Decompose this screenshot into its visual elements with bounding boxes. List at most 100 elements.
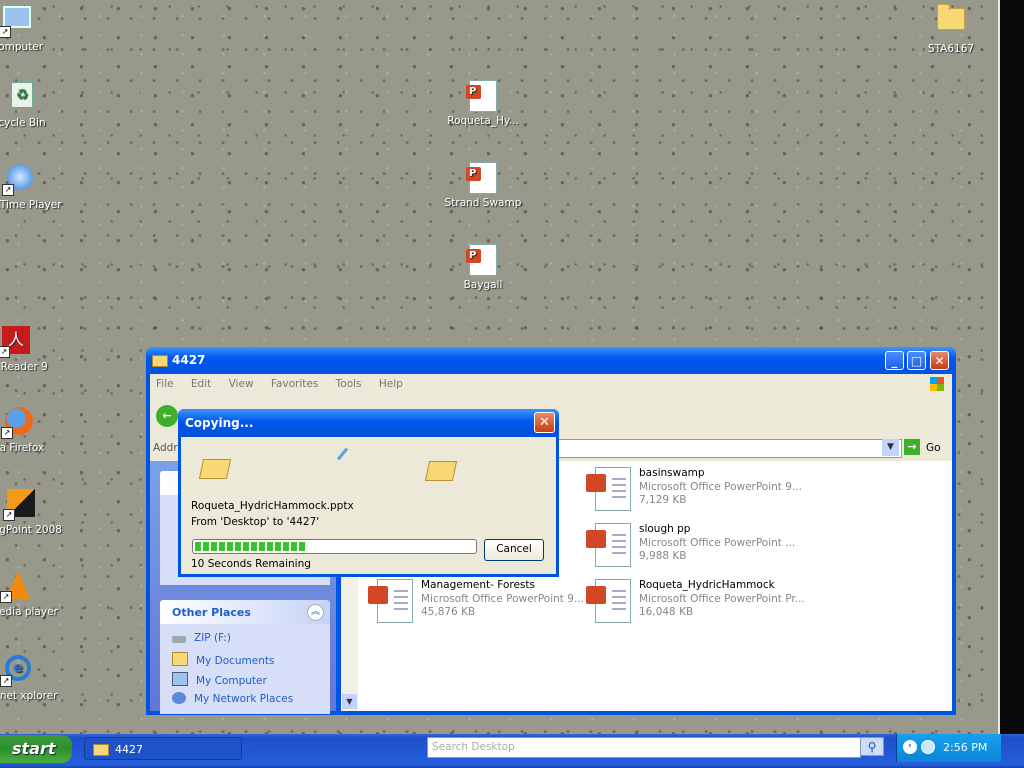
- menu-help[interactable]: Help: [379, 378, 403, 390]
- desktop-icon-label: C media player: [0, 606, 58, 618]
- menu-edit[interactable]: Edit: [191, 378, 211, 390]
- explorer-title-bar[interactable]: 4427 _ □ ✕: [146, 347, 956, 374]
- search-icon[interactable]: ⚲: [860, 737, 884, 756]
- desktop-icon-baygall-ppt[interactable]: Baygall: [438, 244, 528, 292]
- desktop-icon-internet-explorer[interactable]: e↗ nternet xplorer: [0, 653, 63, 703]
- desktop-icon-label: STA6167: [927, 43, 975, 55]
- powerpoint-file-icon: [586, 523, 631, 567]
- taskbar-window-button[interactable]: 4427: [84, 737, 242, 760]
- powerpoint-file-icon: [368, 579, 413, 623]
- adobe-reader-icon: 人 ↗: [0, 326, 32, 358]
- file-item[interactable]: basinswamp Microsoft Office PowerPoint 9…: [586, 467, 807, 517]
- desktop-icon-strand-swamp-ppt[interactable]: Strand Swamp: [438, 162, 528, 210]
- folder-icon: [93, 744, 109, 756]
- trainingpoint-icon: ↗: [3, 489, 37, 521]
- desktop-icon-label: be Reader 9: [0, 361, 48, 373]
- computer-icon: [172, 672, 188, 686]
- dialog-close-button[interactable]: ✕: [534, 412, 555, 433]
- file-type: Microsoft Office PowerPoint ...: [639, 537, 796, 549]
- maximize-button[interactable]: □: [907, 351, 926, 370]
- desktop-icon-recycle-bin[interactable]: ♻ cycle Bin: [0, 80, 67, 130]
- desktop-icon-trainingpoint[interactable]: ↗ iningPoint 2008: [0, 489, 66, 537]
- other-place-zip-drive[interactable]: ZIP (F:): [172, 632, 231, 644]
- desktop-icon-label: Computer: [0, 41, 44, 53]
- desktop-icon-label: Roqueta_Hy...: [447, 115, 519, 127]
- desktop-icon-label: nternet xplorer: [0, 690, 58, 702]
- desktop-icon-label: lla Firefox: [0, 442, 45, 454]
- file-name: basinswamp: [639, 467, 705, 479]
- dialog-body: Roqueta_HydricHammock.pptx From 'Desktop…: [181, 437, 556, 574]
- scroll-down-arrow-icon[interactable]: ▼: [342, 694, 357, 709]
- taskbar-window-label: 4427: [115, 743, 143, 756]
- drive-icon: [172, 636, 186, 643]
- screen-edge-strip: [998, 0, 1024, 734]
- other-place-my-computer[interactable]: My Computer: [172, 672, 267, 687]
- file-type: Microsoft Office PowerPoint 9...: [639, 481, 802, 493]
- desktop-icon-label: iningPoint 2008: [0, 524, 62, 536]
- file-item[interactable]: Roqueta_HydricHammock Microsoft Office P…: [586, 579, 807, 629]
- tray-network-icon[interactable]: [921, 740, 935, 754]
- copy-from-to: From 'Desktop' to '4427': [191, 516, 320, 528]
- desktop-search-input[interactable]: Search Desktop: [427, 737, 861, 758]
- folder-icon: [935, 4, 967, 40]
- powerpoint-file-icon: [586, 467, 631, 511]
- menu-file[interactable]: File: [156, 378, 174, 390]
- other-places-list: ZIP (F:) My Documents My Computer My Net…: [160, 624, 330, 714]
- desktop-icon-label: Strand Swamp: [444, 197, 522, 209]
- desktop-icon-label: cycle Bin: [0, 117, 46, 129]
- taskbar: start 4427 Search Desktop ⚲ ‹ 2:56 PM: [0, 734, 1024, 768]
- other-place-my-network-places[interactable]: My Network Places: [172, 692, 293, 705]
- other-places-header[interactable]: Other Places ︽: [160, 600, 330, 624]
- flying-document-icon: [336, 447, 349, 461]
- file-size: 9,988 KB: [639, 550, 687, 562]
- file-size: 16,048 KB: [639, 606, 694, 618]
- powerpoint-file-icon: [466, 80, 499, 112]
- file-type: Microsoft Office PowerPoint Pr...: [639, 593, 805, 605]
- clock[interactable]: 2:56 PM: [943, 741, 987, 754]
- quicktime-icon: ↗: [2, 164, 36, 196]
- powerpoint-file-icon: [586, 579, 631, 623]
- search-placeholder: Search Desktop: [432, 741, 515, 753]
- close-button[interactable]: ✕: [930, 351, 949, 370]
- menu-favorites[interactable]: Favorites: [271, 378, 318, 390]
- window-title: 4427: [172, 353, 206, 367]
- dialog-title-bar[interactable]: Copying... ✕: [178, 409, 559, 437]
- internet-explorer-icon: e ↗: [0, 655, 34, 687]
- cancel-button[interactable]: Cancel: [484, 539, 544, 561]
- start-label: start: [12, 739, 56, 758]
- start-button[interactable]: start: [0, 735, 72, 763]
- menu-view[interactable]: View: [229, 378, 254, 390]
- file-name: Management- Forests: [421, 579, 535, 591]
- desktop-icon-adobe-reader[interactable]: 人↗ be Reader 9: [0, 326, 61, 374]
- chevron-down-icon[interactable]: ▼: [882, 439, 899, 456]
- collapse-chevron-icon[interactable]: ︽: [307, 604, 324, 621]
- back-arrow-icon[interactable]: ←: [156, 405, 178, 427]
- powerpoint-file-icon: [466, 244, 499, 276]
- source-folder-icon: [198, 459, 232, 481]
- address-input[interactable]: [550, 439, 902, 458]
- minimize-button[interactable]: _: [885, 351, 904, 370]
- menu-tools[interactable]: Tools: [336, 378, 362, 390]
- desktop-icon-firefox[interactable]: ↗ lla Firefox: [0, 407, 64, 455]
- copy-progress-bar: [192, 539, 477, 554]
- go-button[interactable]: Go: [926, 442, 941, 454]
- network-icon: [172, 692, 186, 704]
- file-item[interactable]: slough pp Microsoft Office PowerPoint ..…: [586, 523, 807, 573]
- desktop-icon-roqueta-ppt[interactable]: Roqueta_Hy...: [438, 80, 528, 128]
- computer-icon: ↗: [0, 6, 33, 38]
- desktop-icon-computer[interactable]: ↗ Computer: [0, 2, 62, 54]
- other-place-my-documents[interactable]: My Documents: [172, 652, 274, 667]
- tray-expand-chevron-icon[interactable]: ‹: [903, 740, 917, 754]
- file-item[interactable]: Management- Forests Microsoft Office Pow…: [368, 579, 589, 629]
- file-size: 45,876 KB: [421, 606, 476, 618]
- time-remaining: 10 Seconds Remaining: [191, 558, 311, 570]
- folder-icon: [172, 652, 188, 666]
- go-arrow-icon[interactable]: →: [904, 439, 920, 455]
- desktop-icon-vlc[interactable]: ↗ C media player: [0, 571, 63, 619]
- desktop-icon-sta6167-folder[interactable]: STA6167: [906, 2, 996, 56]
- file-type: Microsoft Office PowerPoint 9...: [421, 593, 584, 605]
- powerpoint-file-icon: [466, 162, 499, 194]
- desktop-icon-quicktime[interactable]: ↗ uickTime Player: [0, 162, 65, 212]
- file-name: slough pp: [639, 523, 691, 535]
- menu-bar: File Edit View Favorites Tools Help: [150, 374, 952, 395]
